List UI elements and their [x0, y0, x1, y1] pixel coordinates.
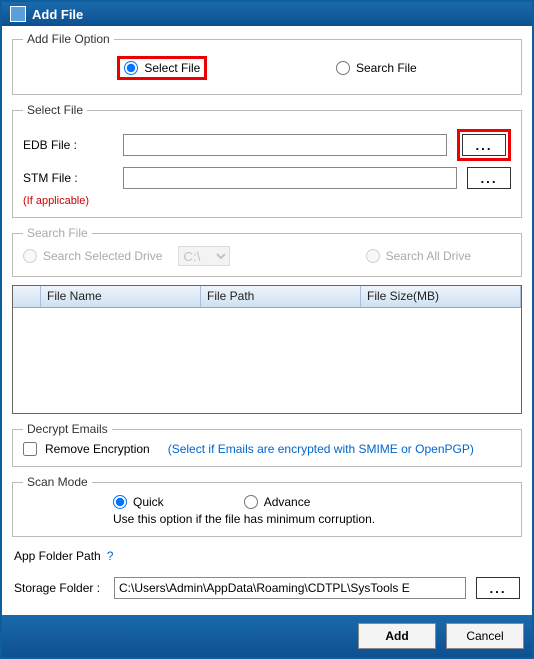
edb-browse-button[interactable]: ...	[462, 134, 506, 156]
search-selected-drive-radio	[23, 249, 37, 263]
select-file-group: Select File EDB File : ... STM File : ..…	[12, 103, 522, 218]
edb-file-input[interactable]	[123, 134, 447, 156]
stm-browse-button[interactable]: ...	[467, 167, 511, 189]
search-file-label[interactable]: Search File	[356, 61, 417, 75]
stm-hint: (If applicable)	[23, 195, 511, 207]
app-icon	[10, 6, 26, 22]
select-file-label[interactable]: Select File	[144, 61, 200, 75]
search-file-radio[interactable]	[336, 61, 350, 75]
window-title: Add File	[32, 7, 83, 22]
cancel-button[interactable]: Cancel	[446, 623, 524, 649]
search-all-drive-radio	[366, 249, 380, 263]
grid-col-filename[interactable]: File Name	[41, 286, 201, 307]
quick-scan-label[interactable]: Quick	[133, 495, 164, 509]
add-file-option-group: Add File Option Select File Search File	[12, 32, 522, 95]
remove-encryption-checkbox[interactable]	[23, 442, 37, 456]
edb-file-label: EDB File :	[23, 138, 113, 152]
search-all-drive-label: Search All Drive	[386, 249, 471, 263]
decrypt-emails-group: Decrypt Emails Remove Encryption (Select…	[12, 422, 522, 467]
add-file-option-legend: Add File Option	[23, 32, 114, 46]
remove-encryption-label[interactable]: Remove Encryption	[45, 442, 150, 456]
footer-bar: Add Cancel	[2, 615, 532, 657]
select-file-legend: Select File	[23, 103, 87, 117]
titlebar: Add File	[2, 2, 532, 26]
drive-select: C:\	[178, 246, 230, 266]
app-folder-help-icon[interactable]: ?	[107, 549, 114, 563]
search-selected-drive-label: Search Selected Drive	[43, 249, 162, 263]
scan-mode-group: Scan Mode Quick Advance Use this option …	[12, 475, 522, 537]
app-folder-label: App Folder Path	[14, 549, 101, 563]
storage-folder-label: Storage Folder :	[14, 581, 104, 595]
storage-folder-input[interactable]	[114, 577, 466, 599]
grid-col-filesize[interactable]: File Size(MB)	[361, 286, 521, 307]
scan-hint: Use this option if the file has minimum …	[23, 512, 511, 526]
decrypt-hint: (Select if Emails are encrypted with SMI…	[168, 442, 474, 456]
add-button[interactable]: Add	[358, 623, 436, 649]
grid-body-empty	[13, 308, 521, 413]
grid-col-filepath[interactable]: File Path	[201, 286, 361, 307]
storage-browse-button[interactable]: ...	[476, 577, 520, 599]
quick-scan-radio[interactable]	[113, 495, 127, 509]
grid-header: File Name File Path File Size(MB)	[13, 286, 521, 308]
stm-file-input[interactable]	[123, 167, 457, 189]
file-results-grid: File Name File Path File Size(MB)	[12, 285, 522, 414]
scan-legend: Scan Mode	[23, 475, 92, 489]
grid-col-checkbox[interactable]	[13, 286, 41, 307]
advance-scan-label[interactable]: Advance	[264, 495, 311, 509]
edb-browse-highlight: ...	[457, 129, 511, 161]
stm-file-label: STM File :	[23, 171, 78, 185]
advance-scan-radio[interactable]	[244, 495, 258, 509]
select-file-radio[interactable]	[124, 61, 138, 75]
search-file-legend: Search File	[23, 226, 92, 240]
search-file-group: Search File Search Selected Drive C:\ Se…	[12, 226, 522, 277]
decrypt-legend: Decrypt Emails	[23, 422, 112, 436]
select-file-highlight: Select File	[117, 56, 207, 80]
